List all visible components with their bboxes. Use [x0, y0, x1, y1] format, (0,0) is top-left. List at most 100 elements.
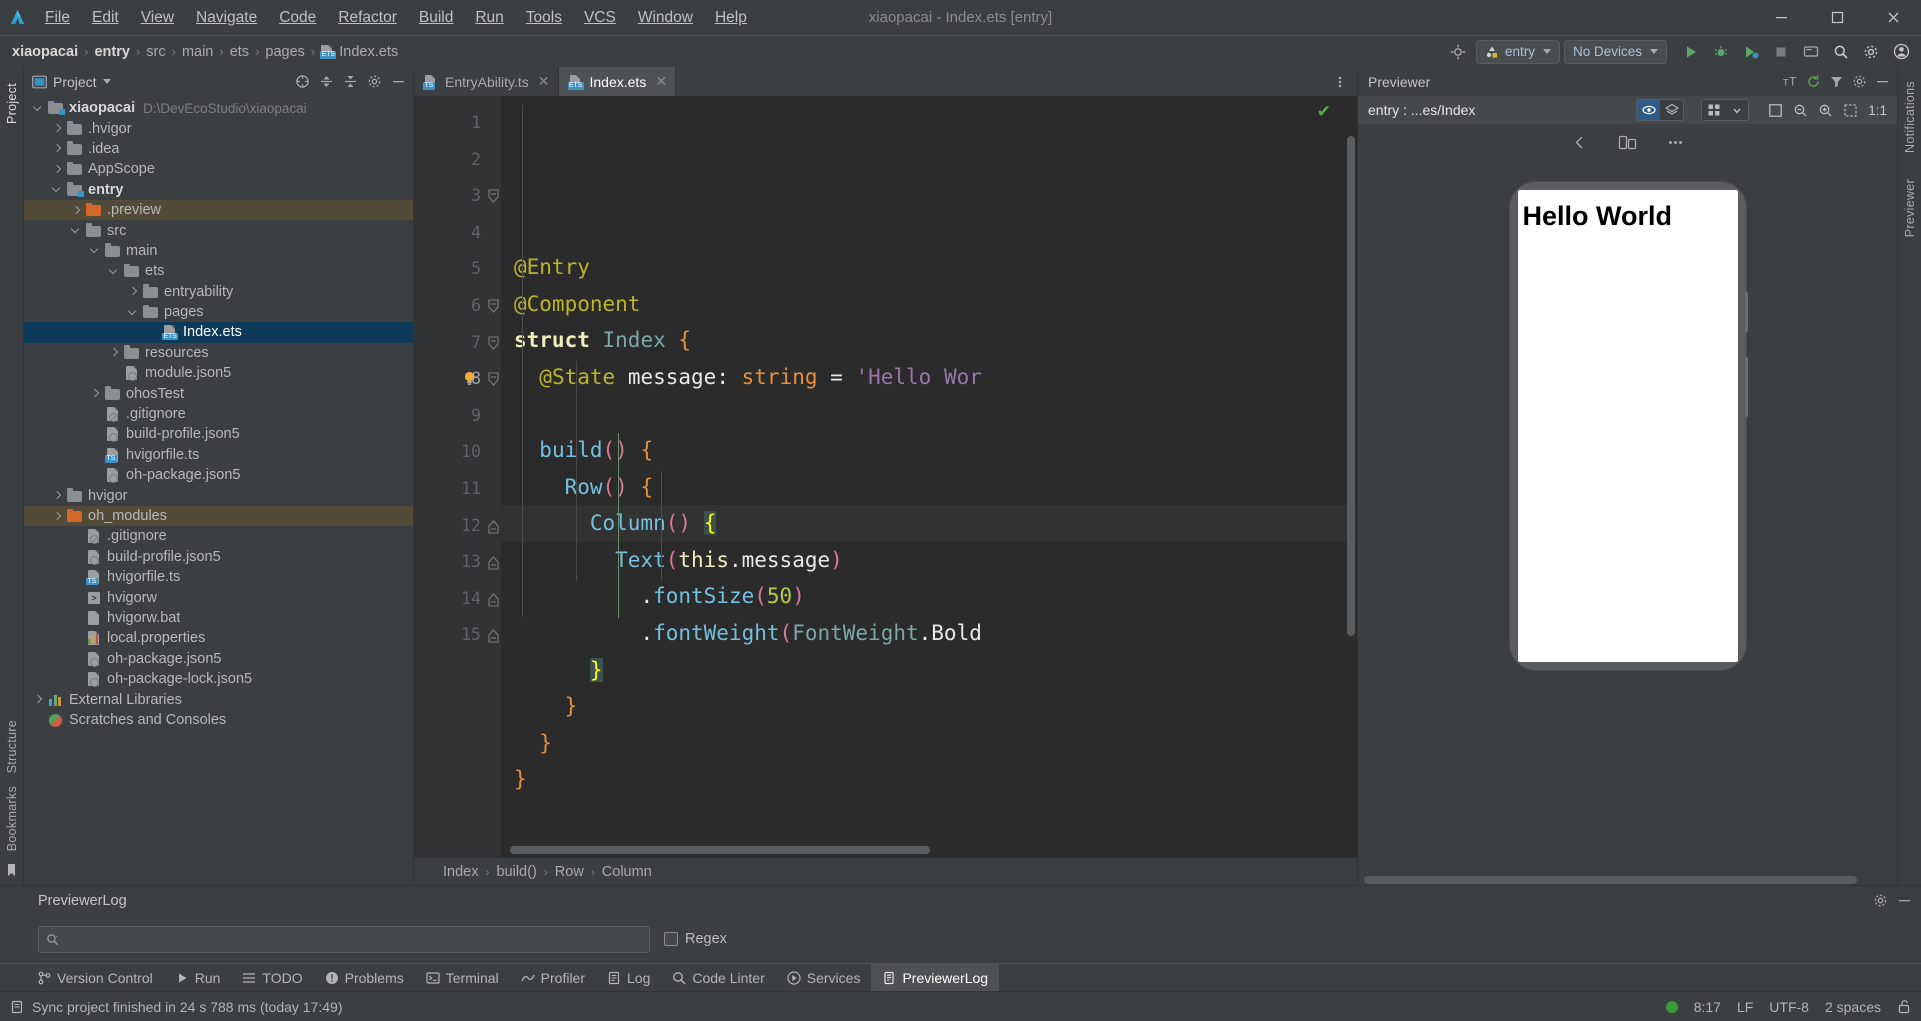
menu-refactor[interactable]: Refactor: [327, 6, 408, 30]
minimize-button[interactable]: [1753, 0, 1809, 35]
tree-item-index-ets[interactable]: ETS Index.ets: [24, 322, 413, 343]
tree-item-oh-modules[interactable]: oh_modules: [24, 505, 413, 527]
code-line-4[interactable]: @State message: string = 'Hello Wor: [501, 359, 1357, 396]
gutter-line-2[interactable]: 2: [414, 142, 501, 179]
tree-item-hvigor[interactable]: hvigor: [24, 485, 413, 505]
menu-help[interactable]: Help: [704, 6, 758, 30]
tree-expander[interactable]: [70, 652, 83, 665]
tree-expander[interactable]: [70, 632, 83, 645]
tree-item-oh-package-lock-json5[interactable]: oh-package-lock.json5: [24, 669, 413, 689]
menu-file[interactable]: File: [34, 6, 81, 30]
gutter-line-13[interactable]: 13: [414, 544, 501, 581]
tree-expander[interactable]: [51, 122, 64, 135]
tree-item-scratches-and-consoles[interactable]: Scratches and Consoles: [24, 710, 413, 730]
tree-item-gitignore[interactable]: .gitignore: [24, 526, 413, 546]
breadcrumb[interactable]: xiaopacai › entry › src › main › ets › p…: [8, 43, 402, 61]
regex-checkbox[interactable]: [664, 932, 678, 946]
project-tree[interactable]: xiaopacai D:\DevEcoStudio\xiaopacai .hvigo…: [24, 96, 413, 885]
editor-vertical-scrollbar[interactable]: [1347, 136, 1355, 636]
zoom-in-icon[interactable]: [1814, 99, 1836, 121]
tree-expander[interactable]: [89, 448, 102, 461]
menu-window[interactable]: Window: [627, 6, 704, 30]
fold-toggle-icon[interactable]: [486, 554, 501, 571]
fold-toggle-icon[interactable]: [486, 518, 501, 535]
layers-icon[interactable]: [1660, 100, 1683, 120]
menu-tools[interactable]: Tools: [515, 6, 573, 30]
tree-expander[interactable]: [70, 591, 83, 604]
filter-icon[interactable]: [1825, 71, 1847, 93]
breadcrumb-item-file[interactable]: ETS Index.ets: [317, 43, 402, 61]
tree-item-entryability[interactable]: entryability: [24, 282, 413, 302]
settings-icon[interactable]: [1848, 71, 1870, 93]
tree-item-module-json5[interactable]: module.json5: [24, 363, 413, 383]
rail-item-structure[interactable]: Structure: [5, 714, 19, 779]
menu-run[interactable]: Run: [464, 6, 514, 30]
line-separator[interactable]: LF: [1737, 999, 1753, 1015]
close-icon[interactable]: ✕: [538, 73, 550, 90]
editor-structure-breadcrumb[interactable]: Index › build() › Row › Column: [414, 857, 1357, 885]
tree-expander[interactable]: [127, 285, 140, 298]
code-line-3[interactable]: struct Index {: [501, 322, 1357, 359]
tool-todo[interactable]: TODO: [231, 964, 313, 991]
device-manager-button[interactable]: [1797, 39, 1825, 65]
eye-icon[interactable]: [1637, 100, 1661, 120]
tree-item-hvigorw-bat[interactable]: hvigorw.bat: [24, 608, 413, 628]
indent-setting[interactable]: 2 spaces: [1825, 999, 1881, 1015]
code-line-1[interactable]: @Entry: [501, 249, 1357, 286]
tree-item-xiaopacai[interactable]: xiaopacai D:\DevEcoStudio\xiaopacai: [24, 98, 413, 118]
fold-toggle-icon[interactable]: [486, 371, 501, 388]
refresh-icon[interactable]: [1802, 71, 1824, 93]
encoding[interactable]: UTF-8: [1769, 999, 1809, 1015]
tool-previewerlog[interactable]: PreviewerLog: [871, 964, 1000, 991]
breadcrumb-item-ets[interactable]: ets: [226, 43, 253, 61]
gutter-line-7[interactable]: 7: [414, 325, 501, 362]
editor-code[interactable]: @Entry @Component struct Index { @State me…: [501, 96, 1357, 857]
tree-item-build-profile-json5[interactable]: build-profile.json5: [24, 424, 413, 444]
tool-version-control[interactable]: Version Control: [26, 964, 164, 991]
close-icon[interactable]: ✕: [655, 73, 667, 90]
tree-item-hvigorw[interactable]: > hvigorw: [24, 587, 413, 607]
font-size-icon[interactable]: TT: [1779, 71, 1801, 93]
tree-expander[interactable]: [51, 183, 64, 196]
menu-navigate[interactable]: Navigate: [185, 6, 268, 30]
tree-expander[interactable]: [51, 489, 64, 502]
code-line-5[interactable]: [501, 395, 1357, 432]
menu-edit[interactable]: Edit: [81, 6, 130, 30]
rail-item-previewer[interactable]: Previewer: [1903, 173, 1917, 243]
tree-item-resources[interactable]: resources: [24, 343, 413, 363]
tool-profiler[interactable]: Profiler: [510, 964, 596, 991]
fit-icon[interactable]: [1764, 99, 1786, 121]
fold-toggle-icon[interactable]: [486, 298, 501, 315]
rail-item-bookmarks[interactable]: Bookmarks: [5, 780, 19, 857]
editor-horizontal-scrollbar[interactable]: [510, 846, 930, 854]
tool-services[interactable]: Services: [776, 964, 872, 991]
search-icon[interactable]: [1827, 39, 1855, 65]
gutter-line-3[interactable]: 3: [414, 178, 501, 215]
caret-position[interactable]: 8:17: [1694, 999, 1721, 1015]
code-line-8[interactable]: Column() {: [501, 505, 1357, 542]
rail-item-notifications[interactable]: Notifications: [1903, 75, 1917, 159]
tree-expander[interactable]: [70, 673, 83, 686]
tree-item-oh-package-json5[interactable]: oh-package.json5: [24, 649, 413, 669]
structure-crumb-row[interactable]: Row: [552, 864, 587, 880]
code-line-9[interactable]: Text(this.message): [501, 542, 1357, 579]
run-button[interactable]: [1677, 39, 1705, 65]
tree-expander[interactable]: [89, 469, 102, 482]
gutter-line-5[interactable]: 5: [414, 251, 501, 288]
tree-item-hvigor[interactable]: .hvigor: [24, 118, 413, 138]
back-icon[interactable]: [1565, 130, 1595, 154]
close-button[interactable]: [1865, 0, 1921, 35]
menu-view[interactable]: View: [130, 6, 185, 30]
gutter-line-9[interactable]: 9: [414, 398, 501, 435]
settings-icon[interactable]: [1869, 890, 1891, 912]
rail-item-project[interactable]: Project: [5, 77, 19, 130]
tree-expander[interactable]: [32, 713, 45, 726]
tree-expander[interactable]: [70, 530, 83, 543]
tree-expander[interactable]: [70, 204, 83, 217]
tool-terminal[interactable]: Terminal: [415, 964, 510, 991]
tree-item-hvigorfile-ts[interactable]: TS hvigorfile.ts: [24, 567, 413, 587]
tree-item-preview[interactable]: .preview: [24, 199, 413, 221]
tree-expander[interactable]: [146, 326, 159, 339]
tree-expander[interactable]: [127, 306, 140, 319]
tree-item-src[interactable]: src: [24, 220, 413, 240]
